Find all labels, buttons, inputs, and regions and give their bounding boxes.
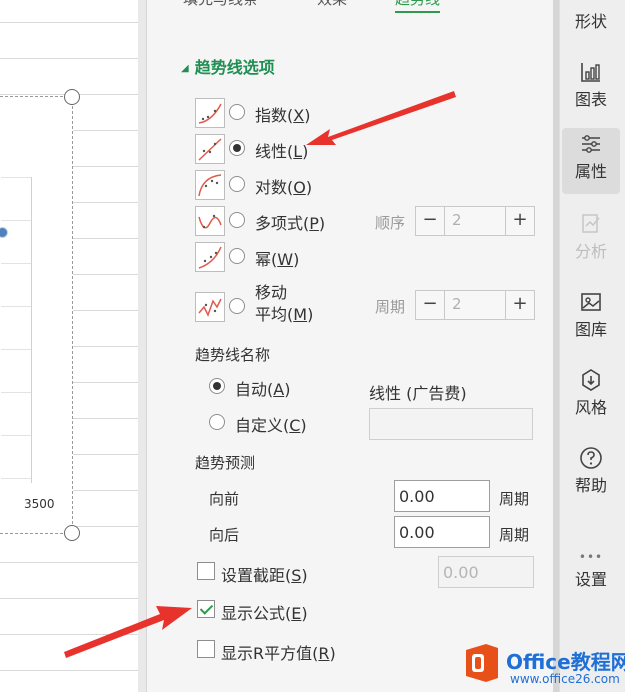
sidebar-item-shape[interactable]: 形状 [562, 8, 620, 32]
section-trendline-options[interactable]: ◢ 趋势线选项 [181, 54, 275, 78]
set-intercept-checkbox[interactable] [197, 562, 215, 580]
image-icon [581, 293, 601, 311]
decrement-button[interactable]: − [416, 291, 445, 319]
resize-handle-bottom-right[interactable] [64, 525, 80, 541]
power-trend-icon [195, 242, 225, 272]
linear-trend-icon [195, 134, 225, 164]
sidebar-item-chart[interactable]: 图表 [562, 60, 620, 110]
collapse-triangle-icon: ◢ [181, 63, 189, 74]
sidebar-item-style[interactable]: 风格 [562, 368, 620, 418]
splitter[interactable] [138, 0, 147, 692]
moving-average-trend-icon [195, 292, 225, 322]
spreadsheet-grid[interactable]: 3500 [0, 0, 139, 692]
sidebar-item-gallery[interactable]: 图库 [562, 290, 620, 340]
trendline-format-pane: 填充与线条 效果 趋势线 ◢趋势线选项 指数(X) 线性(L) 对数(O) 多项… [147, 0, 555, 692]
forecast-forward-input[interactable]: 0.00 [394, 480, 490, 512]
radio-moving-average[interactable] [229, 298, 245, 314]
right-sidebar: 形状 图表 属性 分析 图库 风格 帮助 ••• 设置 [559, 0, 625, 692]
help-icon [580, 447, 602, 469]
tab-trendline[interactable]: 趋势线 [395, 0, 441, 13]
bar-chart-icon [581, 63, 600, 82]
show-r-squared-label: 显示R平方值(R) [221, 644, 336, 663]
moving-average-period-stepper[interactable]: − 2 + [415, 290, 535, 320]
forecast-heading: 趋势预测 [195, 454, 256, 472]
sidebar-item-settings[interactable]: ••• 设置 [562, 550, 620, 590]
office-logo-icon [466, 644, 498, 682]
radio-exponential[interactable] [229, 104, 245, 120]
sidebar-item-analysis[interactable]: 分析 [562, 212, 620, 262]
pane-tabs: 填充与线条 效果 趋势线 [147, 0, 555, 20]
radio-name-auto[interactable] [209, 378, 225, 394]
trendline-name-heading: 趋势线名称 [195, 346, 271, 364]
show-formula-label: 显示公式(E) [221, 604, 308, 623]
show-formula-checkbox[interactable] [197, 600, 215, 618]
polynomial-order-label: 顺序 [375, 214, 406, 232]
polynomial-order-stepper[interactable]: − 2 + [415, 206, 535, 236]
moving-average-period-label: 周期 [375, 298, 406, 316]
forecast-forward-unit: 周期 [499, 490, 530, 508]
moving-average-period-value[interactable]: 2 [452, 295, 462, 313]
chart-object[interactable]: 3500 [0, 96, 73, 534]
forecast-forward-label: 向前 [209, 490, 240, 508]
logarithmic-trend-icon [195, 170, 225, 200]
tab-fill-line[interactable]: 填充与线条 [183, 0, 258, 9]
analysis-icon [582, 214, 600, 233]
tab-effects[interactable]: 效果 [317, 0, 347, 9]
increment-button[interactable]: + [505, 291, 534, 319]
polynomial-trend-icon [195, 206, 225, 236]
forecast-backward-label: 向后 [209, 526, 240, 544]
polynomial-order-value[interactable]: 2 [452, 211, 462, 229]
sidebar-item-help[interactable]: 帮助 [562, 446, 620, 496]
custom-name-input[interactable] [369, 408, 533, 440]
more-icon: ••• [578, 550, 604, 564]
exponential-trend-icon [195, 98, 225, 128]
set-intercept-label: 设置截距(S) [221, 566, 308, 585]
increment-button[interactable]: + [505, 207, 534, 235]
x-axis-tick-label: 3500 [24, 497, 55, 511]
resize-handle-top-right[interactable] [64, 89, 80, 105]
site-watermark: Office教程网 www.office26.com [460, 640, 625, 688]
intercept-value-input[interactable]: 0.00 [438, 556, 534, 588]
auto-name-value: 线性 (广告费) [369, 384, 467, 403]
radio-name-custom[interactable] [209, 414, 225, 430]
radio-polynomial[interactable] [229, 212, 245, 228]
sliders-icon [582, 135, 600, 153]
forecast-backward-input[interactable]: 0.00 [394, 516, 490, 548]
show-r-squared-checkbox[interactable] [197, 640, 215, 658]
decrement-button[interactable]: − [416, 207, 445, 235]
style-icon [582, 369, 600, 391]
radio-logarithmic[interactable] [229, 176, 245, 192]
forecast-backward-unit: 周期 [499, 526, 530, 544]
radio-power[interactable] [229, 248, 245, 264]
radio-linear[interactable] [229, 140, 245, 156]
sidebar-item-properties[interactable]: 属性 [562, 128, 620, 194]
plot-area[interactable] [1, 177, 32, 483]
